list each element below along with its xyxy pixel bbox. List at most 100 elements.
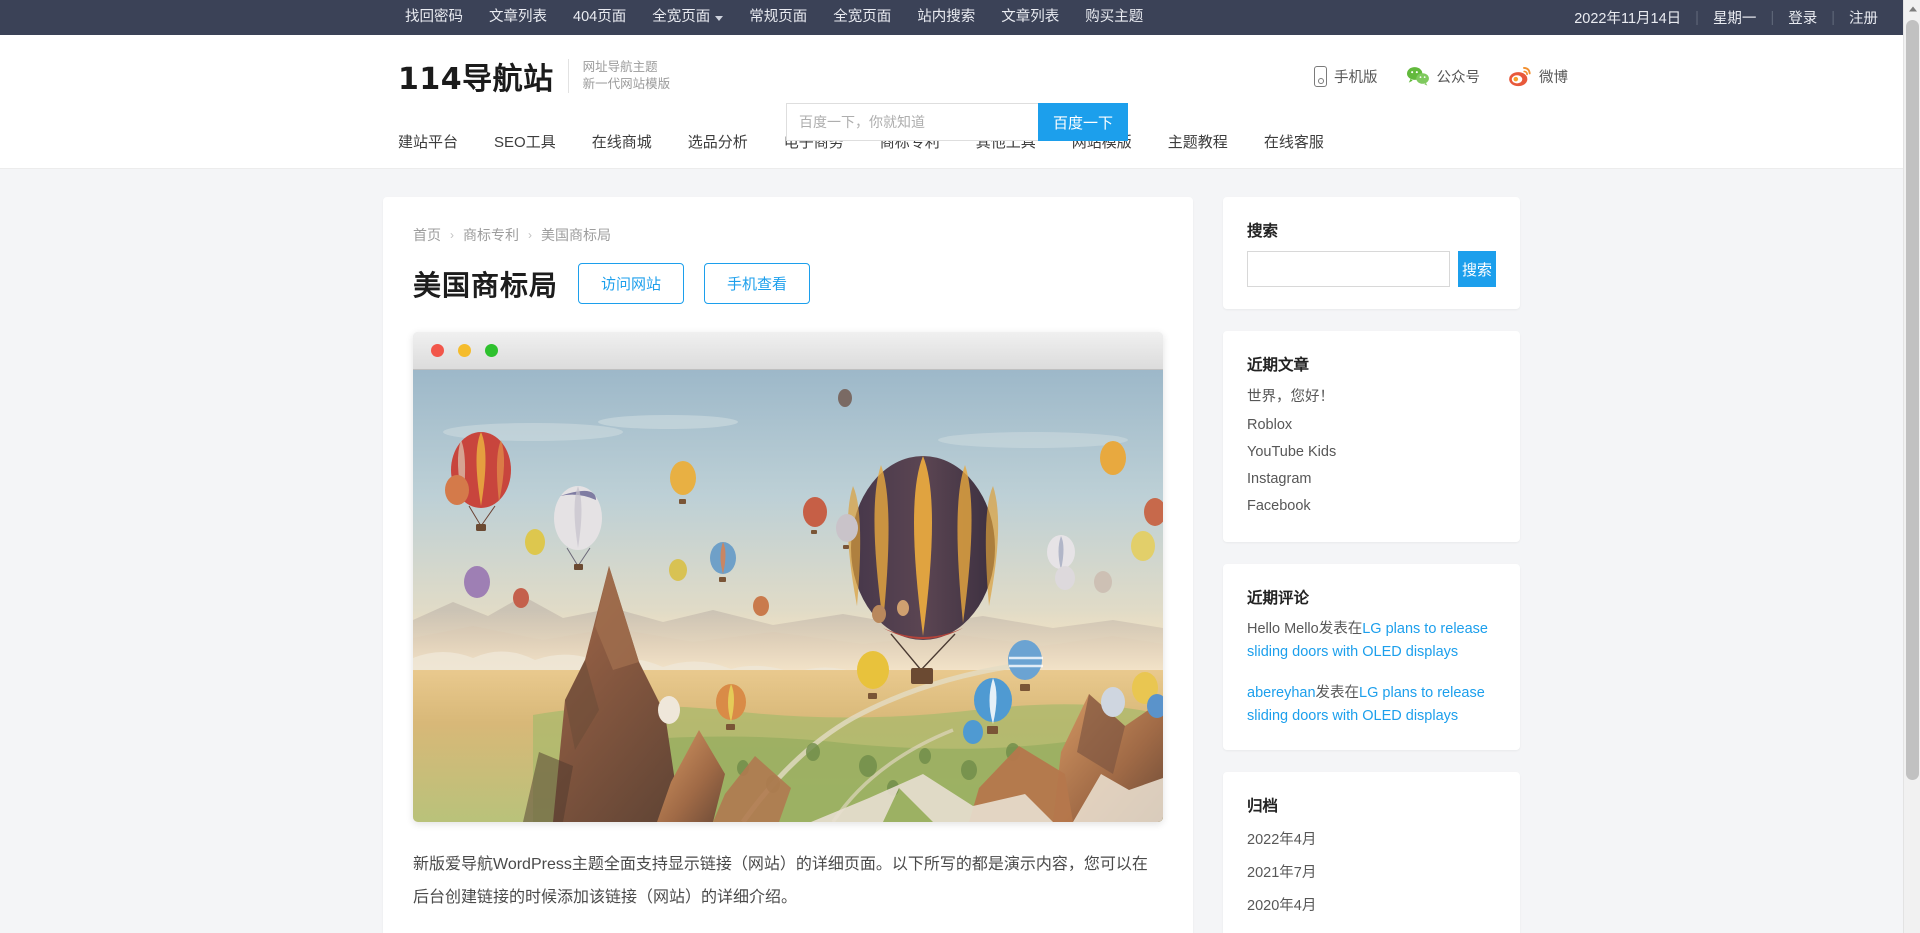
- wechat-link[interactable]: 公众号: [1406, 66, 1481, 87]
- top-nav-label: 站内搜索: [917, 9, 976, 25]
- weibo-icon: [1509, 66, 1531, 86]
- header-links: 手机版 公众号 微博: [1314, 35, 1568, 117]
- top-nav-item-5[interactable]: 全宽页面: [820, 0, 904, 35]
- top-nav-label: 找回密码: [405, 9, 463, 25]
- sidebar-search-input[interactable]: [1247, 251, 1450, 287]
- search-button[interactable]: 百度一下: [1038, 103, 1128, 141]
- breadcrumb-item-category[interactable]: 商标专利: [463, 225, 519, 245]
- chevron-up-icon: [1908, 6, 1917, 11]
- widget-search-title: 搜索: [1247, 223, 1279, 240]
- top-nav-item-8[interactable]: 购买主题: [1072, 0, 1156, 35]
- top-nav-label: 常规页面: [749, 9, 808, 25]
- mobile-version-label: 手机版: [1334, 69, 1378, 86]
- breadcrumb-separator: ›: [528, 228, 532, 242]
- scrollbar-thumb[interactable]: [1906, 20, 1919, 780]
- widget-search: 搜索 搜索: [1223, 197, 1520, 309]
- list-item[interactable]: Facebook: [1247, 493, 1496, 520]
- top-nav-label: 404页面: [573, 9, 627, 25]
- list-item[interactable]: Instagram: [1247, 466, 1496, 493]
- comment-author: Hello Mello: [1247, 621, 1319, 637]
- widget-recent-posts: 近期文章 世界，您好！ Roblox YouTube Kids Instagra…: [1223, 331, 1520, 542]
- wechat-icon: [1406, 67, 1429, 86]
- page-root: 找回密码 文章列表 404页面 全宽页面 常规页面 全宽页面 站内搜索 文章列表…: [0, 0, 1903, 933]
- widget-recent-comments: 近期评论 Hello Mello发表在LG plans to release s…: [1223, 564, 1520, 750]
- mobile-view-button[interactable]: 手机查看: [704, 263, 811, 304]
- traffic-light-red: [431, 344, 444, 357]
- weibo-link[interactable]: 微博: [1508, 66, 1568, 87]
- nav-item-8[interactable]: 主题教程: [1150, 117, 1246, 169]
- scroll-up-button[interactable]: [1904, 0, 1920, 17]
- divider: |: [1695, 9, 1699, 26]
- current-weekday: 星期一: [1712, 11, 1757, 27]
- top-nav-label: 购买主题: [1085, 9, 1144, 25]
- top-utility-bar: 找回密码 文章列表 404页面 全宽页面 常规页面 全宽页面 站内搜索 文章列表…: [0, 0, 1903, 35]
- phone-icon: [1314, 65, 1327, 87]
- page-scrollbar[interactable]: [1903, 0, 1920, 933]
- title-row: 美国商标局 访问网站 手机查看: [383, 245, 1193, 304]
- top-nav-item-1[interactable]: 文章列表: [476, 0, 560, 35]
- top-nav-item-4[interactable]: 常规页面: [736, 0, 820, 35]
- site-screenshot[interactable]: [413, 332, 1163, 822]
- list-item[interactable]: YouTube Kids: [1247, 439, 1496, 466]
- nav-item-9[interactable]: 在线客服: [1246, 117, 1342, 169]
- screenshot-browser-bar: [413, 332, 1163, 370]
- top-bar-right: 2022年11月14日 | 星期一 | 登录 | 注册: [1574, 0, 1878, 35]
- nav-item-1[interactable]: SEO工具: [476, 117, 574, 169]
- top-nav-item-2[interactable]: 404页面: [560, 0, 639, 35]
- breadcrumb-item-home[interactable]: 首页: [413, 225, 441, 245]
- site-tagline: 网址导航主题 新一代网站模版: [567, 59, 671, 93]
- widget-archives: 归档 2022年4月 2021年7月 2020年4月: [1223, 772, 1520, 933]
- wechat-label: 公众号: [1436, 69, 1481, 86]
- login-link[interactable]: 登录: [1788, 7, 1817, 28]
- page-title: 美国商标局: [413, 269, 559, 301]
- top-nav-item-0[interactable]: 找回密码: [392, 0, 476, 35]
- recent-posts-list: 世界，您好！ Roblox YouTube Kids Instagram Fac…: [1247, 385, 1496, 520]
- breadcrumb: 首页 › 商标专利 › 美国商标局: [383, 197, 1193, 245]
- sidebar: 搜索 搜索 近期文章 世界，您好！ Roblox YouTube Kids In…: [1223, 197, 1520, 933]
- nav-item-2[interactable]: 在线商城: [574, 117, 670, 169]
- traffic-light-yellow: [458, 344, 471, 357]
- top-nav-item-7[interactable]: 文章列表: [988, 0, 1072, 35]
- hot-air-balloons-landscape-image: [413, 370, 1163, 822]
- main-column: 首页 › 商标专利 › 美国商标局 美国商标局 访问网站 手机查看 新版爱导航W…: [383, 197, 1193, 933]
- sidebar-search-form: 搜索: [1247, 251, 1496, 287]
- top-nav-label: 文章列表: [489, 9, 547, 25]
- top-nav-item-3[interactable]: 全宽页面: [639, 0, 736, 35]
- breadcrumb-separator: ›: [450, 228, 454, 242]
- top-nav: 找回密码 文章列表 404页面 全宽页面 常规页面 全宽页面 站内搜索 文章列表…: [392, 0, 1156, 35]
- list-item[interactable]: 2020年4月: [1247, 888, 1496, 921]
- top-nav-label: 文章列表: [1001, 9, 1060, 25]
- sidebar-search-button[interactable]: 搜索: [1458, 251, 1496, 287]
- archives-list: 2022年4月 2021年7月 2020年4月: [1247, 826, 1496, 921]
- tagline-line-2: 新一代网站模版: [582, 77, 671, 91]
- weibo-label: 微博: [1539, 69, 1568, 86]
- mobile-version-link[interactable]: 手机版: [1314, 65, 1378, 87]
- comment-verb: 发表在: [1318, 621, 1363, 637]
- tagline-line-1: 网址导航主题: [582, 60, 658, 74]
- list-item[interactable]: 2022年4月: [1247, 826, 1496, 855]
- site-header: 114导航站 网址导航主题 新一代网站模版 百度一下 手机版: [0, 35, 1903, 141]
- content-wrapper: 首页 › 商标专利 › 美国商标局 美国商标局 访问网站 手机查看 新版爱导航W…: [0, 169, 1903, 933]
- widget-archives-title: 归档: [1247, 798, 1279, 815]
- comment-verb: 发表在: [1315, 685, 1360, 701]
- search-input[interactable]: [786, 103, 1038, 141]
- list-item[interactable]: 世界，您好！: [1247, 385, 1496, 412]
- list-item[interactable]: Roblox: [1247, 412, 1496, 439]
- nav-item-0[interactable]: 建站平台: [380, 117, 476, 169]
- top-nav-item-6[interactable]: 站内搜索: [904, 0, 988, 35]
- logo-area[interactable]: 114导航站 网址导航主题 新一代网站模版: [398, 54, 670, 98]
- visit-website-button[interactable]: 访问网站: [578, 263, 685, 304]
- header-search: 百度一下: [786, 103, 1128, 141]
- chevron-down-icon: [715, 16, 724, 21]
- nav-item-3[interactable]: 选品分析: [670, 117, 766, 169]
- register-link[interactable]: 注册: [1849, 7, 1878, 28]
- comment-item: Hello Mello发表在LG plans to release slidin…: [1247, 618, 1496, 664]
- divider: |: [1770, 9, 1775, 26]
- comment-author-link[interactable]: abereyhan: [1247, 685, 1316, 701]
- top-nav-label: 全宽页面: [833, 9, 892, 25]
- current-date: 2022年11月14日: [1574, 11, 1682, 27]
- traffic-light-green: [485, 344, 498, 357]
- list-item[interactable]: 2021年7月: [1247, 855, 1496, 888]
- widget-recent-posts-title: 近期文章: [1247, 357, 1310, 374]
- article-paragraph: 新版爱导航WordPress主题全面支持显示链接（网站）的详细页面。以下所写的都…: [413, 856, 1148, 906]
